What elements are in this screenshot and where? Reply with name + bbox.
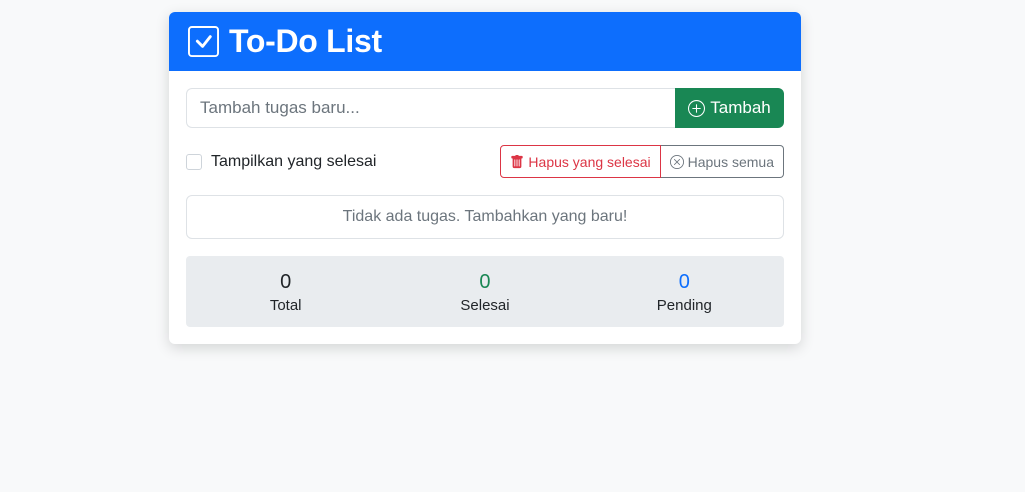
add-task-button[interactable]: Tambah — [675, 88, 784, 128]
stat-total-value: 0 — [280, 270, 292, 293]
add-task-button-label: Tambah — [710, 98, 771, 117]
controls-row: Tampilkan yang selesai Hapus yang selesa… — [186, 145, 784, 178]
clear-all-button[interactable]: Hapus semua — [660, 145, 784, 178]
clear-completed-label: Hapus yang selesai — [528, 153, 651, 170]
stat-total: 0 Total — [186, 256, 385, 327]
stat-completed: 0 Selesai — [385, 256, 584, 327]
empty-state-message: Tidak ada tugas. Tambahkan yang baru! — [186, 195, 784, 239]
show-completed-label: Tampilkan yang selesai — [211, 152, 377, 170]
action-buttons: Hapus yang selesai Hapus semua — [500, 145, 784, 178]
todo-card: To-Do List Tambah Tampilkan yang selesai — [169, 12, 801, 344]
stats-panel: 0 Total 0 Selesai 0 Pending — [186, 256, 784, 327]
show-completed-toggle[interactable]: Tampilkan yang selesai — [186, 153, 376, 171]
stat-total-label: Total — [269, 296, 302, 314]
stat-pending-label: Pending — [656, 296, 712, 314]
stat-completed-label: Selesai — [460, 296, 510, 314]
task-input[interactable] — [186, 88, 675, 128]
add-task-group: Tambah — [186, 88, 784, 128]
stat-completed-value: 0 — [479, 270, 491, 293]
clear-completed-button[interactable]: Hapus yang selesai — [500, 145, 661, 178]
card-header: To-Do List — [169, 12, 801, 71]
check-square-icon — [188, 26, 219, 57]
plus-circle-icon — [688, 99, 706, 117]
x-circle-icon — [669, 154, 684, 169]
show-completed-checkbox[interactable] — [186, 153, 202, 170]
page-title: To-Do List — [229, 23, 382, 59]
trash-icon — [511, 154, 524, 168]
clear-all-label: Hapus semua — [687, 153, 774, 170]
stat-pending: 0 Pending — [585, 256, 784, 327]
stat-pending-value: 0 — [678, 270, 690, 293]
card-body: Tambah Tampilkan yang selesai Hapus yang… — [169, 71, 801, 327]
